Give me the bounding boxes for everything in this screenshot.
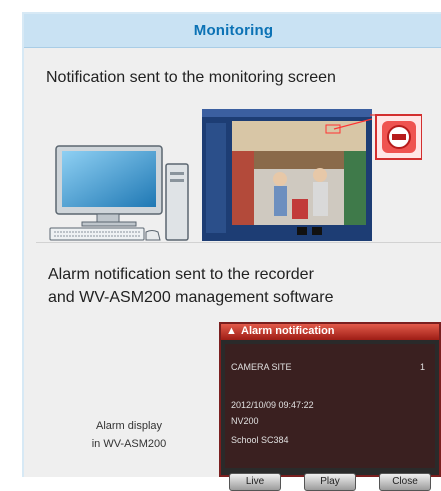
alarm-count: 1 (419, 362, 425, 372)
monitoring-panel: Monitoring Notification sent to the moni… (22, 12, 441, 491)
section-alarm-heading-line2: and WV-ASM200 management software (48, 289, 334, 306)
alarm-window-title: Alarm notification (241, 325, 335, 337)
alarm-play-button[interactable]: Play (304, 473, 356, 491)
alarm-device: NV200 (231, 416, 259, 426)
alarm-live-button[interactable]: Live (229, 473, 281, 491)
section-alarm-heading-line1: Alarm notification sent to the recorder (48, 266, 314, 283)
alarm-caption-line1: Alarm display (95, 420, 163, 432)
alarm-window-body: CAMERA SITE 1 2012/10/09 09:47:22 NV200 … (225, 344, 435, 468)
desktop-computer-icon (49, 145, 189, 241)
monitoring-screen-thumbnail (202, 109, 372, 241)
alarm-camera: CAMERA SITE (231, 362, 292, 372)
alarm-caption-line2: in WV-ASM200 (91, 438, 167, 450)
alarm-bell-icon: ▲ (226, 325, 237, 337)
alarm-notification-window: ▲ Alarm notification CAMERA SITE 1 2012/… (219, 322, 441, 491)
alarm-location: School SC384 (231, 435, 289, 445)
alarm-window-titlebar: ▲ Alarm notification (221, 324, 439, 340)
panel-header: Monitoring (24, 14, 441, 48)
alarm-indicator-zoom (370, 114, 422, 160)
alarm-timestamp: 2012/10/09 09:47:22 (231, 400, 314, 410)
section-monitoring-screen-heading: Notification sent to the monitoring scre… (46, 69, 336, 86)
section-divider (36, 242, 441, 243)
panel-title: Monitoring (193, 22, 274, 39)
alarm-close-button[interactable]: Close (379, 473, 431, 491)
